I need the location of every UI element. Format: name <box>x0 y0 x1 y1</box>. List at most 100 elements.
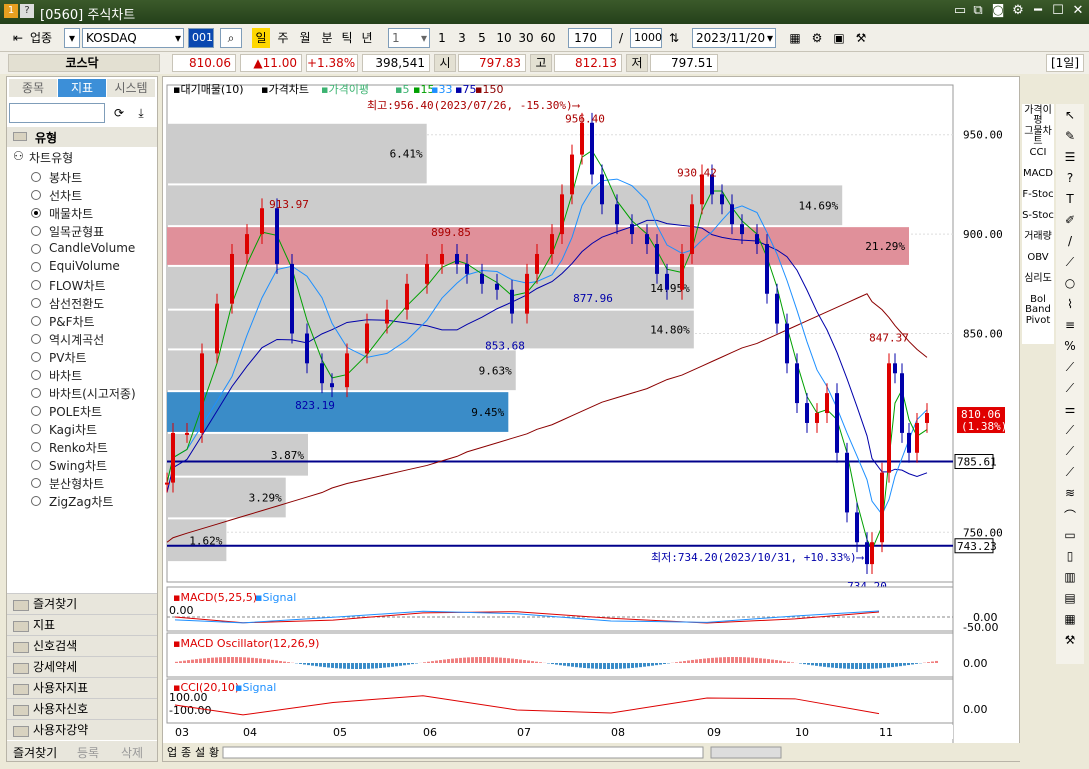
chart-type-label[interactable]: 바차트(시고저종) <box>49 385 136 402</box>
draw-tool-icon[interactable]: % <box>1060 339 1080 357</box>
chart-type-radio[interactable] <box>31 280 41 290</box>
indicator-shortcut[interactable]: S-Stoc <box>1022 211 1054 221</box>
chart-type-radio[interactable] <box>31 226 41 236</box>
sector-dropdown[interactable]: ▾ <box>64 28 80 48</box>
folder-item[interactable]: 사용자신호 <box>7 698 157 719</box>
chart-type-label[interactable]: CandleVolume <box>49 241 135 255</box>
draw-tool-icon[interactable]: ≋ <box>1060 486 1080 504</box>
draw-tool-icon[interactable]: ▥ <box>1060 570 1080 588</box>
draw-tool-icon[interactable]: ✎ <box>1060 129 1080 147</box>
price-chart[interactable]: 950.00 900.00 850.00 750.00 6.41% 14.69% 21.29… <box>163 77 1021 763</box>
fit-icon[interactable]: ⇅ <box>664 28 684 48</box>
chart-type-radio[interactable] <box>31 388 41 398</box>
draw-tool-icon[interactable]: ▦ <box>1060 612 1080 630</box>
maximize-icon[interactable]: ☐ <box>1050 3 1066 19</box>
folder-item[interactable]: 지표 <box>7 614 157 635</box>
chart-type-label[interactable]: Swing차트 <box>49 457 107 474</box>
draw-tool-icon[interactable]: ⌇ <box>1060 297 1080 315</box>
chart-type-label[interactable]: 바차트 <box>49 367 82 384</box>
chart-type-radio[interactable] <box>31 424 41 434</box>
indicator-shortcut[interactable]: 가격이평 <box>1022 106 1054 126</box>
draw-tool-icon[interactable]: ⌒ <box>1060 507 1080 525</box>
draw-tool-icon[interactable]: ▤ <box>1060 591 1080 609</box>
draw-tool-icon[interactable]: / <box>1060 234 1080 252</box>
refresh-icon[interactable]: ⟳ <box>109 103 129 123</box>
chart-type-label[interactable]: EquiVolume <box>49 259 120 273</box>
bottom-tab-register[interactable]: 등록 <box>77 744 99 761</box>
gear-icon[interactable]: ⚙ <box>1010 3 1026 19</box>
tools-icon[interactable]: ⚒ <box>852 28 870 48</box>
chart-type-label[interactable]: 분산형차트 <box>49 475 104 492</box>
folder-item[interactable]: 강세약세 <box>7 656 157 677</box>
draw-tool-icon[interactable]: ? <box>1060 171 1080 189</box>
settings-icon[interactable]: ⚙ <box>808 28 826 48</box>
chart-type-radio[interactable] <box>31 334 41 344</box>
chart-type-label[interactable]: 매물차트 <box>49 205 93 222</box>
chart-type-label[interactable]: Kagi차트 <box>49 421 97 438</box>
save-icon[interactable]: ▣ <box>830 28 848 48</box>
chart-type-label[interactable]: FLOW차트 <box>49 277 106 294</box>
chart-type-radio[interactable] <box>31 370 41 380</box>
draw-tool-icon[interactable]: ≡ <box>1060 318 1080 336</box>
n-btn-60[interactable]: 60 <box>538 28 558 48</box>
draw-tool-icon[interactable]: ⚒ <box>1060 633 1080 651</box>
chart-type-radio[interactable] <box>31 496 41 506</box>
folder-item[interactable]: 사용자지표 <box>7 677 157 698</box>
indicator-shortcut[interactable]: CCI <box>1022 148 1054 158</box>
folder-item[interactable]: 사용자강약 <box>7 719 157 740</box>
indicator-search-input[interactable] <box>9 103 105 123</box>
chart-type-radio[interactable] <box>31 352 41 362</box>
date-select[interactable]: 2023/11/20 ▾ <box>692 28 776 48</box>
code-input[interactable]: 001 <box>188 28 214 48</box>
chart-type-label[interactable]: Renko차트 <box>49 439 108 456</box>
draw-tool-icon[interactable]: ☰ <box>1060 150 1080 168</box>
tab-stock[interactable]: 종목 <box>9 79 57 97</box>
indicator-shortcut[interactable]: 심리도 <box>1022 274 1054 284</box>
chart-type-radio[interactable] <box>31 478 41 488</box>
draw-tool-icon[interactable]: ⟋ <box>1060 444 1080 462</box>
search-icon[interactable]: ⌕ <box>220 28 242 48</box>
tab-indicator[interactable]: 지표 <box>58 79 106 97</box>
indicator-shortcut[interactable]: MACD <box>1022 169 1054 179</box>
indicator-shortcut[interactable]: OBV <box>1022 253 1054 263</box>
bottom-tab-delete[interactable]: 삭제 <box>121 744 143 761</box>
draw-tool-icon[interactable]: ⟋ <box>1060 423 1080 441</box>
n-btn-1[interactable]: 1 <box>434 28 450 48</box>
n-btn-5[interactable]: 5 <box>474 28 490 48</box>
period-day[interactable]: 일 <box>252 28 270 48</box>
tab-system[interactable]: 시스템 <box>107 79 155 97</box>
chart-type-radio[interactable] <box>31 208 41 218</box>
n-btn-3[interactable]: 3 <box>454 28 470 48</box>
copy-icon[interactable]: ⧉ <box>970 3 986 19</box>
group-header[interactable]: 유형 <box>7 127 157 147</box>
interval-select[interactable]: 1 ▾ <box>388 28 430 48</box>
draw-tool-icon[interactable]: ⟋ <box>1060 381 1080 399</box>
chart-type-label[interactable]: P&F차트 <box>49 313 95 330</box>
draw-tool-icon[interactable]: ○ <box>1060 276 1080 294</box>
bottom-tab-favorites[interactable]: 즐겨찾기 <box>13 744 57 761</box>
chart-type-radio[interactable] <box>31 316 41 326</box>
indicator-shortcut[interactable]: Bol Band <box>1022 295 1054 315</box>
folder-item[interactable]: 신호검색 <box>7 635 157 656</box>
prev-icon[interactable]: ⇤ <box>8 28 28 48</box>
draw-tool-icon[interactable]: ⟋ <box>1060 465 1080 483</box>
chart-type-radio[interactable] <box>31 460 41 470</box>
count-input[interactable]: 170 <box>568 28 612 48</box>
camera-icon[interactable]: ◙ <box>990 3 1006 19</box>
draw-tool-icon[interactable]: T <box>1060 192 1080 210</box>
draw-tool-icon[interactable]: ✐ <box>1060 213 1080 231</box>
chart-type-label[interactable]: 역시계곡선 <box>49 331 104 348</box>
n-btn-30[interactable]: 30 <box>516 28 536 48</box>
chart-type-label[interactable]: 선차트 <box>49 187 82 204</box>
draw-tool-icon[interactable]: ↖ <box>1060 108 1080 126</box>
period-week[interactable]: 주 <box>274 28 292 48</box>
chart-type-label[interactable]: PV차트 <box>49 349 87 366</box>
chart-type-radio[interactable] <box>31 406 41 416</box>
chart-type-radio[interactable] <box>31 262 41 272</box>
help-icon[interactable]: ? <box>20 4 34 18</box>
period-month[interactable]: 월 <box>296 28 314 48</box>
chart-type-radio[interactable] <box>31 244 41 254</box>
draw-tool-icon[interactable]: ⟋ <box>1060 255 1080 273</box>
n-btn-10[interactable]: 10 <box>494 28 514 48</box>
chart-type-radio[interactable] <box>31 442 41 452</box>
